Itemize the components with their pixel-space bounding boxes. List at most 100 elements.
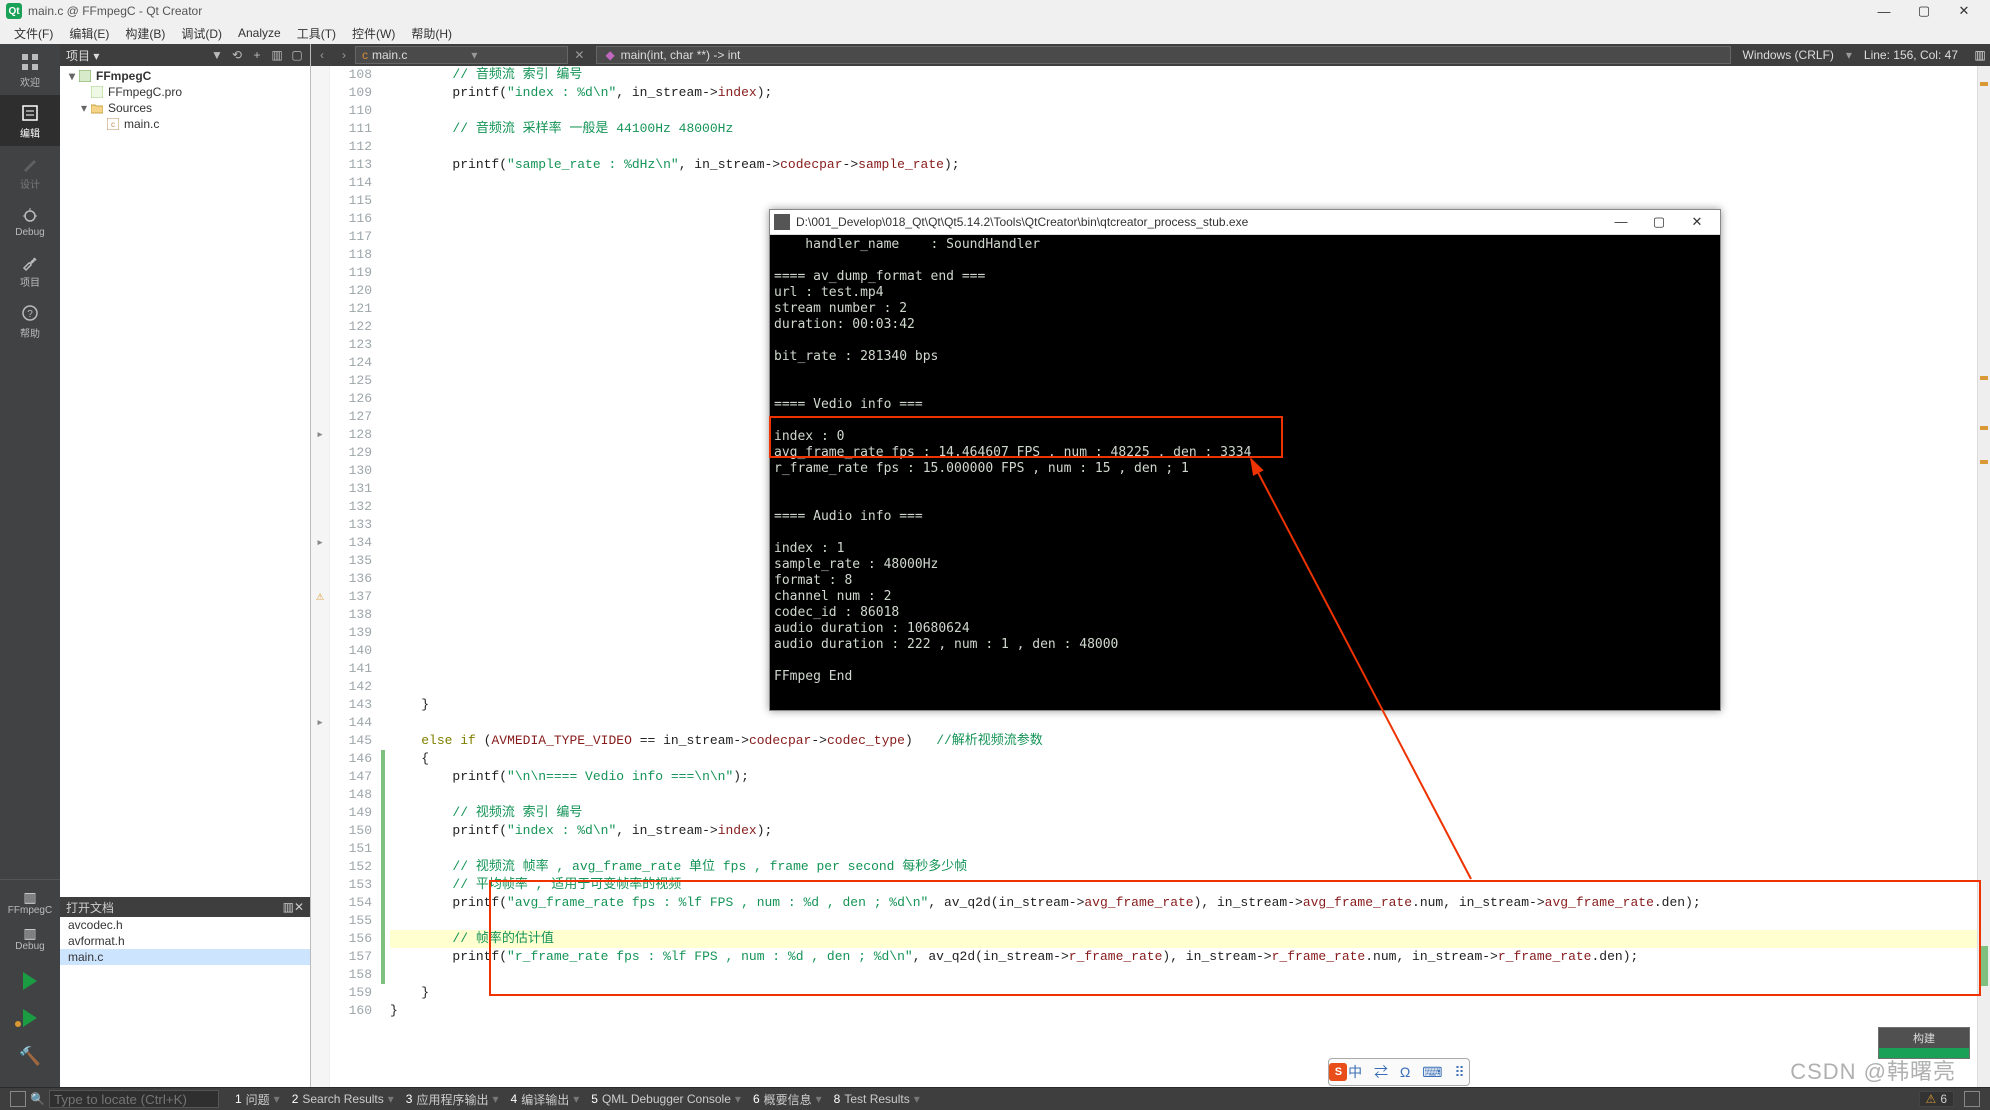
menu-bar: 文件(F) 编辑(E) 构建(B) 调试(D) Analyze 工具(T) 控件… <box>0 22 1990 44</box>
mode-welcome-label: 欢迎 <box>20 78 40 89</box>
pro-file-icon <box>90 85 104 99</box>
mode-design-label: 设计 <box>20 180 40 191</box>
csdn-toolbar[interactable]: S 中 ⇄ Ω ⌨ ⠿ <box>1328 1058 1470 1086</box>
annotation-arrow <box>481 209 1981 1009</box>
split-icon[interactable]: ▥ <box>270 48 284 62</box>
document-nav-bar: ‹ › c main.c ▾ ✕ ◆ main(int, char **) ->… <box>311 44 1990 66</box>
locator-input[interactable] <box>49 1090 219 1108</box>
link-icon[interactable]: ⟲ <box>230 48 244 62</box>
status-bar: 🔍 1 问题 ▾2 Search Results ▾3 应用程序输出 ▾4 编译… <box>0 1087 1990 1110</box>
open-files-list[interactable]: avcodec.h avformat.h main.c <box>60 917 310 1087</box>
open-file-item[interactable]: avformat.h <box>60 933 310 949</box>
svg-text:?: ? <box>27 309 33 320</box>
symbol-dropdown[interactable]: ◆ main(int, char **) -> int <box>596 46 1730 64</box>
filter-icon[interactable]: ▼ <box>210 48 224 62</box>
tree-root-label: FFmpegC <box>96 69 151 83</box>
chevron-down-icon: ▾ <box>471 48 477 62</box>
tree-sources-label: Sources <box>108 101 152 115</box>
chevron-down-icon[interactable]: ▾ <box>93 49 99 63</box>
menu-debug[interactable]: 调试(D) <box>173 25 230 42</box>
build-button[interactable]: 🔨 <box>19 1038 41 1075</box>
app-window: Qt main.c @ FFmpegC - Qt Creator — ▢ ✕ 文… <box>0 0 1990 1110</box>
build-progress-bar <box>1879 1048 1969 1058</box>
output-tab[interactable]: 4 编译输出 ▾ <box>505 1091 586 1108</box>
function-icon: ◆ <box>605 48 614 62</box>
run-buttons: 🔨 <box>19 964 41 1087</box>
line-col-label[interactable]: Line: 156, Col: 47 <box>1852 48 1970 62</box>
mode-help-label: 帮助 <box>20 329 40 340</box>
menu-analyze[interactable]: Analyze <box>230 26 289 40</box>
close-file-button[interactable]: ✕ <box>568 48 590 62</box>
tree-sources-folder[interactable]: ▾ Sources <box>60 100 310 116</box>
mode-help[interactable]: ? 帮助 <box>0 295 60 346</box>
nav-back-button[interactable]: ‹ <box>311 48 333 62</box>
grid-icon <box>20 52 40 72</box>
project-panel-title[interactable]: 项目 <box>66 49 90 63</box>
output-tab[interactable]: 3 应用程序输出 ▾ <box>400 1091 505 1108</box>
nav-forward-button[interactable]: › <box>333 48 355 62</box>
edit-icon <box>20 103 40 123</box>
output-tab[interactable]: 2 Search Results ▾ <box>286 1091 400 1108</box>
menu-build[interactable]: 构建(B) <box>117 25 173 42</box>
mode-debug[interactable]: Debug <box>0 197 60 244</box>
output-tab[interactable]: 8 Test Results ▾ <box>828 1091 926 1108</box>
project-panel-header: 项目 ▾ ▼ ⟲ + ▥ ▢ <box>60 44 310 66</box>
run-button[interactable] <box>19 964 41 1001</box>
warning-icon: ⚠ <box>1926 1092 1937 1106</box>
menu-widgets[interactable]: 控件(W) <box>344 25 403 42</box>
output-toggle-button[interactable] <box>1964 1091 1980 1107</box>
project-tree[interactable]: ▾ FFmpegC FFmpegC.pro ▾ Sources c <box>60 66 310 897</box>
window-maximize-button[interactable]: ▢ <box>1904 3 1944 19</box>
mode-welcome[interactable]: 欢迎 <box>0 44 60 95</box>
open-file-item[interactable]: main.c <box>60 949 310 965</box>
split-h-icon[interactable]: ▥ <box>283 900 294 914</box>
build-popup-title: 构建 <box>1879 1028 1969 1048</box>
c-file-icon: c <box>362 48 368 62</box>
tree-project-root[interactable]: ▾ FFmpegC <box>60 68 310 84</box>
output-tab[interactable]: 1 问题 ▾ <box>229 1091 286 1108</box>
csdn-icons[interactable]: 中 ⇄ Ω ⌨ ⠿ <box>1348 1062 1469 1082</box>
window-minimize-button[interactable]: — <box>1864 4 1904 19</box>
tree-mainc-file[interactable]: c main.c <box>60 116 310 132</box>
menu-file[interactable]: 文件(F) <box>6 25 61 42</box>
close-panel-icon[interactable]: ▢ <box>290 48 304 62</box>
mode-edit[interactable]: 编辑 <box>0 95 60 146</box>
tree-pro-file[interactable]: FFmpegC.pro <box>60 84 310 100</box>
output-tab[interactable]: 6 概要信息 ▾ <box>747 1091 828 1108</box>
close-doc-icon[interactable]: ✕ <box>294 900 304 914</box>
output-pane-tabs: 1 问题 ▾2 Search Results ▾3 应用程序输出 ▾4 编译输出… <box>229 1091 926 1108</box>
current-file-label: main.c <box>372 48 407 62</box>
svg-text:c: c <box>111 120 115 129</box>
issues-badge[interactable]: ⚠ 6 <box>1919 1091 1954 1107</box>
mode-projects-label: 项目 <box>20 278 40 289</box>
menu-tools[interactable]: 工具(T) <box>289 25 344 42</box>
add-icon[interactable]: + <box>250 48 264 62</box>
line-numbers: 1081091101111121131141151161171181191201… <box>330 66 380 1087</box>
output-tab[interactable]: 5 QML Debugger Console ▾ <box>585 1091 747 1108</box>
project-icon <box>78 69 92 83</box>
wrench-icon <box>20 252 40 272</box>
target-selector[interactable]: ▥ FFmpegC ▥ Debug <box>0 879 60 964</box>
editor: ‹ › c main.c ▾ ✕ ◆ main(int, char **) ->… <box>311 44 1990 1087</box>
mode-debug-label: Debug <box>15 227 44 238</box>
mode-edit-label: 编辑 <box>20 129 40 140</box>
open-file-item[interactable]: avcodec.h <box>60 917 310 933</box>
mode-projects[interactable]: 项目 <box>0 244 60 295</box>
debug-run-button[interactable] <box>19 1001 41 1038</box>
menu-edit[interactable]: 编辑(E) <box>61 25 117 42</box>
build-progress-popup[interactable]: 构建 <box>1878 1027 1970 1059</box>
file-dropdown[interactable]: c main.c ▾ <box>355 46 568 64</box>
qt-logo-icon: Qt <box>6 3 22 19</box>
mode-design[interactable]: 设计 <box>0 146 60 197</box>
tree-pro-label: FFmpegC.pro <box>108 85 182 99</box>
tree-mainc-label: main.c <box>124 117 159 131</box>
split-editor-button[interactable]: ▥ <box>1970 48 1990 62</box>
pencil-icon <box>20 154 40 174</box>
sidebar-toggle-button[interactable] <box>10 1091 26 1107</box>
open-files-title: 打开文档 <box>66 899 114 916</box>
encoding-label[interactable]: Windows (CRLF) <box>1731 48 1846 62</box>
menu-help[interactable]: 帮助(H) <box>403 25 460 42</box>
main-row: 欢迎 编辑 设计 Debug 项目 ? 帮助 <box>0 44 1990 1087</box>
window-close-button[interactable]: ✕ <box>1944 3 1984 19</box>
help-icon: ? <box>20 303 40 323</box>
